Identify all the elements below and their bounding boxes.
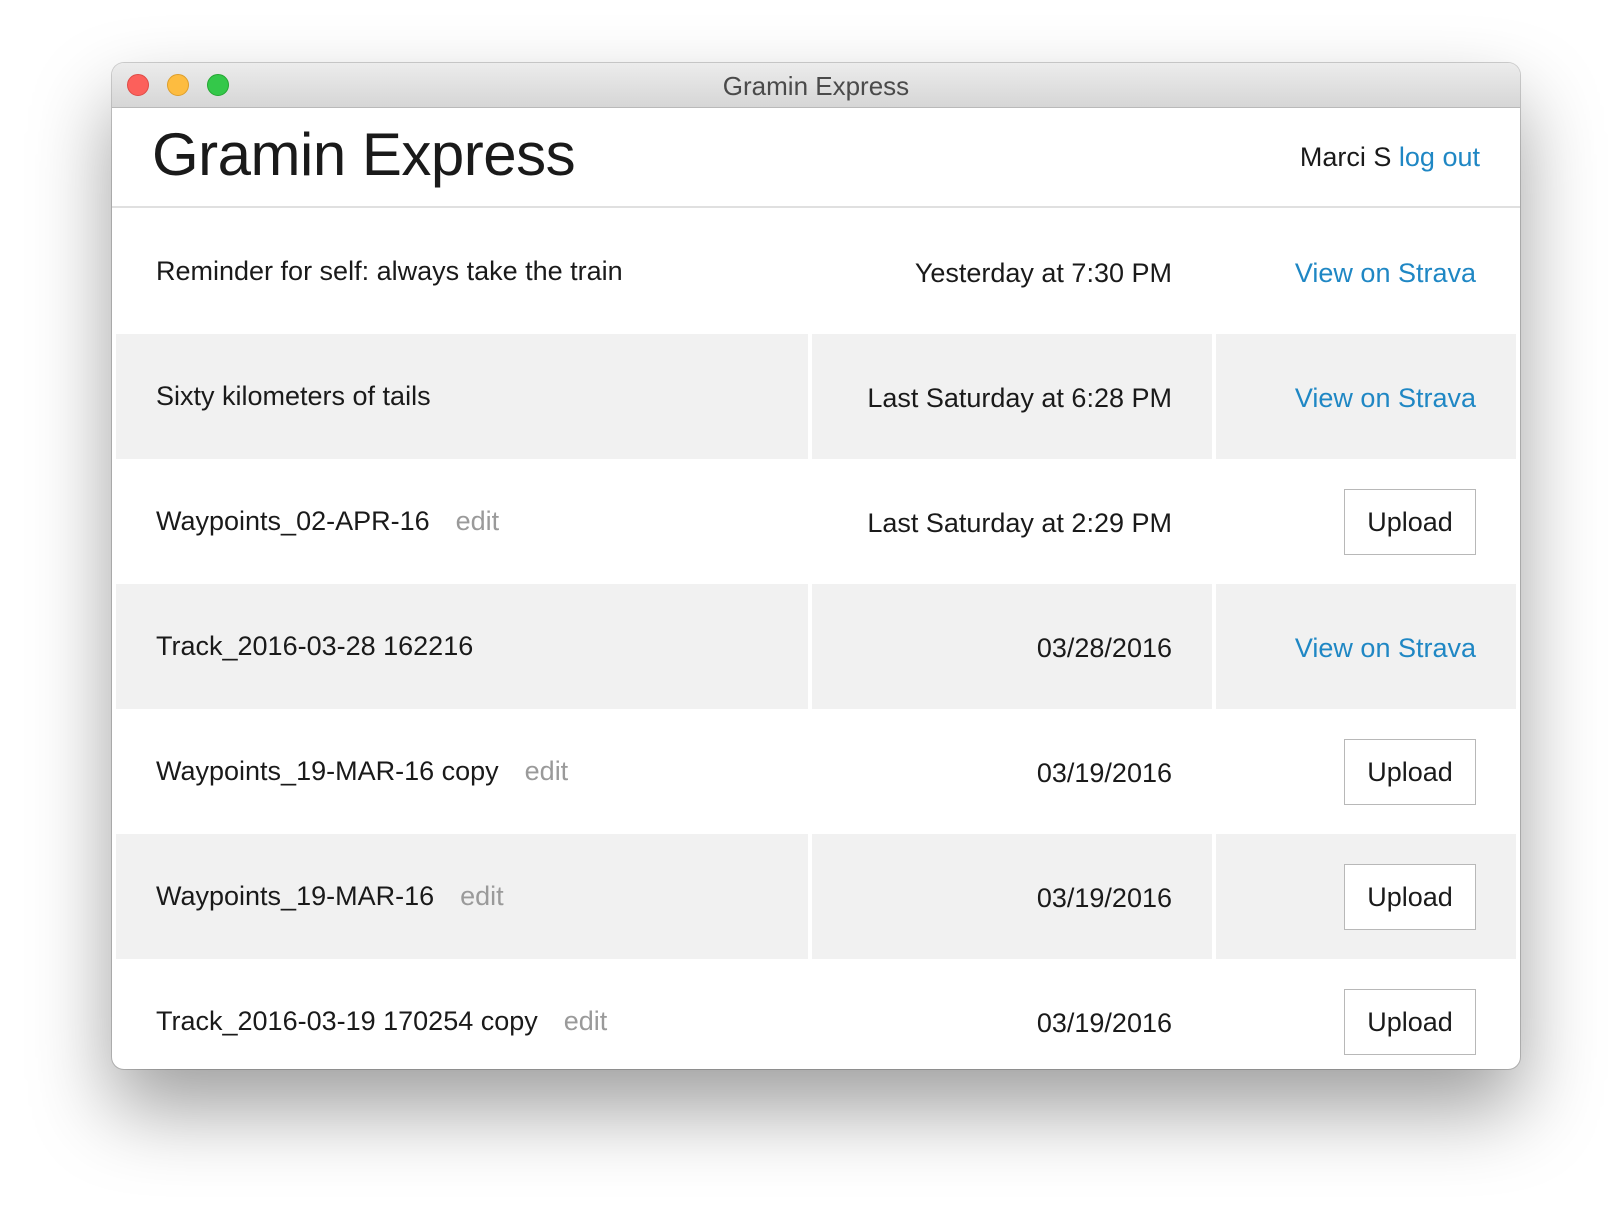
- activity-row: Waypoints_19-MAR-16 edit 03/19/2016 Uploa…: [116, 834, 1516, 959]
- activity-date: 03/19/2016: [1036, 1008, 1172, 1038]
- activity-name-label: Waypoints_19-MAR-16: [156, 881, 435, 911]
- activity-date: 03/19/2016: [1036, 883, 1172, 913]
- view-on-strava-link[interactable]: View on Strava: [1295, 334, 1476, 462]
- view-on-strava-link[interactable]: View on Strava: [1295, 584, 1476, 712]
- activity-name: Waypoints_02-APR-16 edit: [156, 459, 499, 584]
- upload-button[interactable]: Upload: [1344, 989, 1476, 1055]
- activity-name: Waypoints_19-MAR-16 edit: [156, 834, 504, 959]
- activity-name: Track_2016-03-19 170254 copy edit: [156, 959, 607, 1069]
- edit-link[interactable]: edit: [456, 506, 500, 536]
- activity-action-cell: View on Strava: [1216, 334, 1516, 459]
- activity-date-cell: Last Saturday at 6:28 PM: [812, 334, 1212, 459]
- edit-link[interactable]: edit: [460, 881, 504, 911]
- activity-action-cell: Upload: [1216, 959, 1516, 1069]
- activity-name-label: Waypoints_02-APR-16: [156, 506, 430, 536]
- activity-name-label: Track_2016-03-28 162216: [156, 631, 474, 661]
- activity-date: 03/28/2016: [1036, 633, 1172, 663]
- activity-date: Yesterday at 7:30 PM: [914, 258, 1172, 288]
- activity-row: Waypoints_19-MAR-16 copy edit 03/19/2016 …: [116, 709, 1516, 834]
- activity-name-cell: Waypoints_19-MAR-16 copy edit: [116, 709, 808, 834]
- activity-row: Track_2016-03-19 170254 copy edit 03/19/2…: [116, 959, 1516, 1069]
- activity-name-cell: Waypoints_02-APR-16 edit: [116, 459, 808, 584]
- activity-name-cell: Waypoints_19-MAR-16 edit: [116, 834, 808, 959]
- user-name: Marci S: [1299, 142, 1392, 172]
- activity-name: Waypoints_19-MAR-16 copy edit: [156, 709, 568, 834]
- activity-action-cell: View on Strava: [1216, 209, 1516, 334]
- activity-name-label: Track_2016-03-19 170254 copy: [156, 1006, 538, 1036]
- activity-row: Waypoints_02-APR-16 edit Last Saturday at…: [116, 459, 1516, 584]
- logout-link[interactable]: log out: [1399, 142, 1480, 172]
- activity-name: Track_2016-03-28 162216: [156, 584, 473, 709]
- app-window: Gramin Express Gramin Express Marci S lo…: [112, 63, 1520, 1069]
- activity-date-cell: Last Saturday at 2:29 PM: [812, 459, 1212, 584]
- window-title: Gramin Express: [722, 71, 910, 101]
- user-area: Marci S log out: [1300, 142, 1480, 173]
- activity-date-cell: Yesterday at 7:30 PM: [812, 209, 1212, 334]
- activity-date-cell: 03/19/2016: [812, 959, 1212, 1069]
- upload-button[interactable]: Upload: [1344, 739, 1476, 805]
- activity-name-cell: Reminder for self: always take the train: [116, 209, 808, 334]
- activity-list: Reminder for self: always take the train…: [116, 209, 1516, 1069]
- view-on-strava-link[interactable]: View on Strava: [1295, 209, 1476, 337]
- activity-date: 03/19/2016: [1036, 758, 1172, 788]
- activity-action-cell: Upload: [1216, 709, 1516, 834]
- activity-row: Reminder for self: always take the train…: [116, 209, 1516, 334]
- activity-name: Sixty kilometers of tails: [156, 334, 431, 459]
- activity-name-cell: Track_2016-03-28 162216: [116, 584, 808, 709]
- upload-button[interactable]: Upload: [1344, 489, 1476, 555]
- activity-date-cell: 03/28/2016: [812, 584, 1212, 709]
- activity-name: Reminder for self: always take the train: [156, 209, 623, 334]
- edit-link[interactable]: edit: [564, 1006, 608, 1036]
- activity-name-cell: Sixty kilometers of tails: [116, 334, 808, 459]
- activity-date-cell: 03/19/2016: [812, 834, 1212, 959]
- activity-row: Sixty kilometers of tails Last Saturday …: [116, 334, 1516, 459]
- activity-action-cell: View on Strava: [1216, 584, 1516, 709]
- edit-link[interactable]: edit: [525, 756, 569, 786]
- activity-name-label: Reminder for self: always take the train: [156, 256, 623, 286]
- activity-action-cell: Upload: [1216, 834, 1516, 959]
- title-bar: Gramin Express: [112, 63, 1520, 108]
- activity-date-cell: 03/19/2016: [812, 709, 1212, 834]
- app-header: Gramin Express Marci S log out: [112, 108, 1520, 208]
- activity-action-cell: Upload: [1216, 459, 1516, 584]
- activity-name-cell: Track_2016-03-19 170254 copy edit: [116, 959, 808, 1069]
- activity-name-label: Sixty kilometers of tails: [156, 381, 431, 411]
- page-title: Gramin Express: [152, 121, 576, 188]
- activity-date: Last Saturday at 2:29 PM: [867, 508, 1172, 538]
- activity-date: Last Saturday at 6:28 PM: [867, 383, 1172, 413]
- activity-name-label: Waypoints_19-MAR-16 copy: [156, 756, 499, 786]
- upload-button[interactable]: Upload: [1344, 864, 1476, 930]
- activity-row: Track_2016-03-28 162216 03/28/2016 View …: [116, 584, 1516, 709]
